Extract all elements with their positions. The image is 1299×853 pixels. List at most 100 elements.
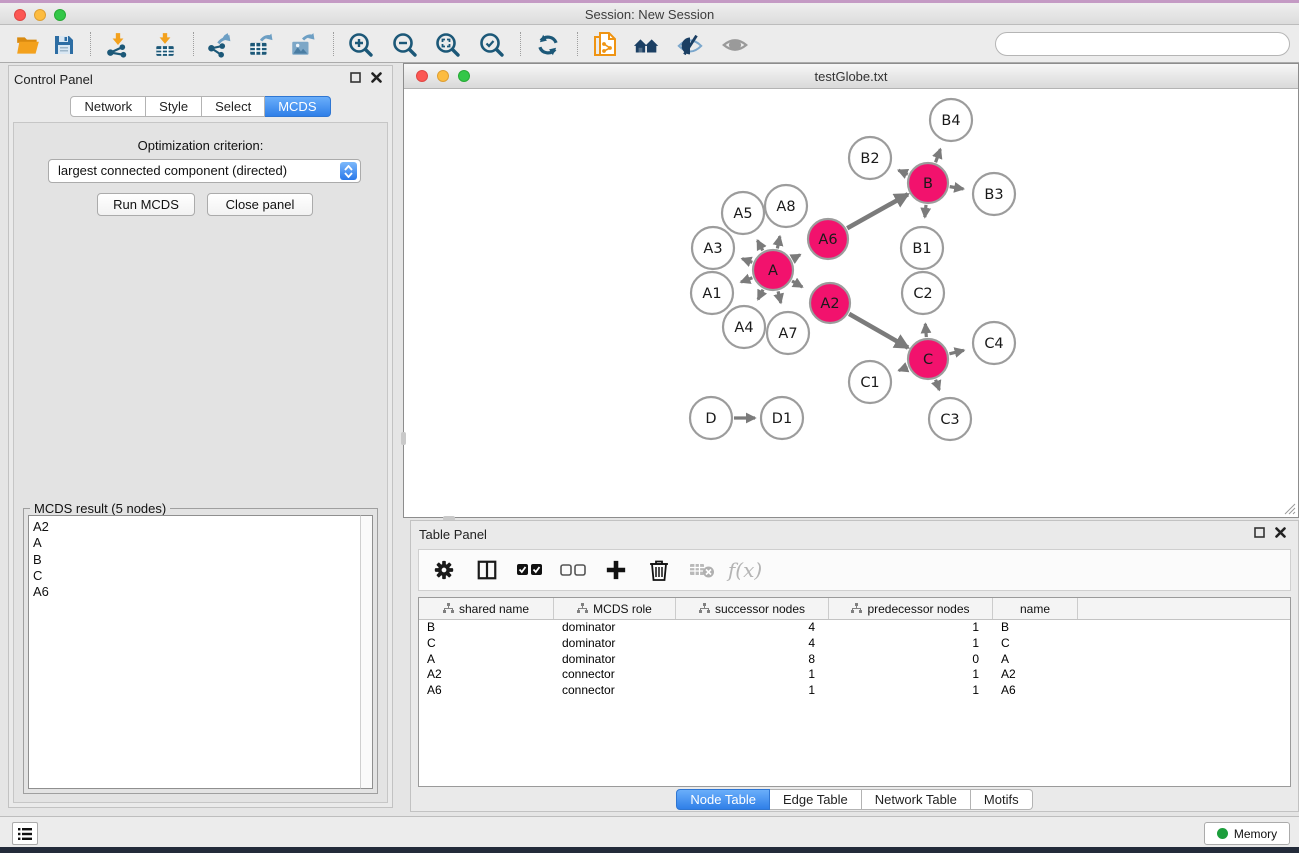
column-header-MCDS-role[interactable]: MCDS role	[554, 598, 676, 619]
tab-node-table[interactable]: Node Table	[676, 789, 770, 810]
table-toolbar: f(x)	[418, 549, 1291, 591]
edge-A-A7[interactable]	[778, 291, 781, 302]
table-panel-tabs: Node TableEdge TableNetwork TableMotifs	[411, 789, 1298, 810]
edge-B-B3[interactable]	[950, 187, 964, 189]
refresh-icon[interactable]	[534, 31, 562, 59]
control-panel-tabs: NetworkStyleSelectMCDS	[9, 96, 392, 117]
tab-network-table[interactable]: Network Table	[862, 789, 971, 810]
edge-A-A6[interactable]	[792, 255, 800, 259]
float-panel-icon[interactable]	[1254, 527, 1265, 538]
edge-A-A5[interactable]	[757, 240, 762, 250]
unchecked-boxes-icon[interactable]	[560, 557, 586, 583]
tab-network[interactable]: Network	[70, 96, 146, 117]
export-table-icon[interactable]	[246, 31, 274, 59]
gear-icon[interactable]	[431, 557, 457, 583]
column-header-successor-nodes[interactable]: successor nodes	[676, 598, 829, 619]
table-row[interactable]: A2connector11A2	[419, 667, 1290, 683]
save-session-icon[interactable]	[50, 31, 78, 59]
mcds-result-item[interactable]: A	[33, 535, 360, 551]
run-mcds-button[interactable]: Run MCDS	[97, 193, 195, 216]
network-graph[interactable]: AA1A2A3A4A5A6A7A8BB1B2B3B4CC1C2C3C4DD1	[404, 89, 1298, 517]
edge-A-A3[interactable]	[742, 259, 752, 263]
edge-A2-C[interactable]	[849, 314, 908, 348]
home-overview-icon[interactable]	[633, 31, 661, 59]
edge-A-A4[interactable]	[758, 290, 763, 300]
edge-A6-B[interactable]	[847, 194, 908, 228]
import-table-icon[interactable]	[151, 31, 179, 59]
new-network-from-file-icon[interactable]	[592, 31, 620, 59]
add-icon[interactable]	[603, 557, 629, 583]
memory-status-dot	[1217, 828, 1228, 839]
tab-edge-table[interactable]: Edge Table	[770, 789, 862, 810]
toolbar-separator	[577, 32, 578, 56]
zoom-in-icon[interactable]	[347, 31, 375, 59]
network-canvas[interactable]: AA1A2A3A4A5A6A7A8BB1B2B3B4CC1C2C3C4DD1	[404, 89, 1298, 517]
select-stepper-icon	[340, 162, 357, 180]
mcds-result-item[interactable]: C	[33, 568, 360, 584]
splitter-handle-vertical[interactable]	[401, 432, 406, 445]
float-panel-icon[interactable]	[350, 72, 361, 83]
table-row[interactable]: Adominator80A	[419, 652, 1290, 668]
close-panel-icon[interactable]	[371, 72, 382, 83]
show-graphics-details-icon[interactable]	[721, 31, 749, 59]
zoom-selected-icon[interactable]	[478, 31, 506, 59]
table-row[interactable]: Cdominator41C	[419, 636, 1290, 652]
edge-B-B4[interactable]	[936, 149, 941, 162]
checked-boxes-icon[interactable]	[517, 557, 543, 583]
split-columns-icon[interactable]	[474, 557, 500, 583]
node-table[interactable]: shared nameMCDS rolesuccessor nodesprede…	[418, 597, 1291, 787]
edge-A-A8[interactable]	[777, 236, 779, 248]
zoom-out-icon[interactable]	[391, 31, 419, 59]
node-label-B3: B3	[984, 187, 1003, 203]
node-label-A1: A1	[702, 286, 721, 302]
hide-graphics-details-icon[interactable]	[676, 31, 704, 59]
edge-B-B2[interactable]	[898, 170, 907, 174]
node-label-B1: B1	[912, 241, 931, 257]
tab-style[interactable]: Style	[146, 96, 202, 117]
export-network-icon[interactable]	[205, 31, 233, 59]
mcds-result-item[interactable]: A2	[33, 519, 360, 535]
node-label-C1: C1	[860, 375, 879, 391]
mcds-result-list[interactable]: A2ABCA6	[28, 515, 360, 789]
tab-motifs[interactable]: Motifs	[971, 789, 1033, 810]
edge-A-A1[interactable]	[741, 278, 752, 282]
trash-icon[interactable]	[646, 557, 672, 583]
mcds-result-item[interactable]: A6	[33, 584, 360, 600]
export-image-icon[interactable]	[288, 31, 316, 59]
column-header-shared-name[interactable]: shared name	[419, 598, 554, 619]
edge-C-C4[interactable]	[949, 350, 963, 354]
table-row[interactable]: Bdominator41B	[419, 620, 1290, 636]
table-body: Bdominator41BCdominator41CAdominator80AA…	[419, 620, 1290, 699]
toolbar-separator	[90, 32, 91, 56]
edge-C-C1[interactable]	[899, 367, 908, 370]
optimization-criterion-label: Optimization criterion:	[14, 138, 387, 153]
tab-mcds[interactable]: MCDS	[265, 96, 330, 117]
search-input[interactable]	[995, 32, 1290, 56]
criterion-select[interactable]: largest connected component (directed)	[48, 159, 361, 183]
table-row[interactable]: A6connector11A6	[419, 683, 1290, 699]
table-cell: 8	[676, 652, 829, 668]
node-label-A3: A3	[703, 241, 722, 257]
memory-button[interactable]: Memory	[1204, 822, 1290, 845]
close-panel-icon[interactable]	[1275, 527, 1286, 538]
edge-B-B1[interactable]	[925, 205, 926, 217]
network-window-title: testGlobe.txt	[404, 69, 1298, 84]
zoom-fit-icon[interactable]	[434, 31, 462, 59]
column-header-name[interactable]: name	[993, 598, 1078, 619]
edge-C-C3[interactable]	[936, 380, 940, 390]
tab-select[interactable]: Select	[202, 96, 265, 117]
close-panel-button[interactable]: Close panel	[207, 193, 313, 216]
mcds-result-scrollbar[interactable]	[360, 515, 373, 789]
mcds-result-title: MCDS result (5 nodes)	[30, 501, 170, 516]
edge-A-A2[interactable]	[792, 281, 802, 287]
mcds-result-item[interactable]: B	[33, 552, 360, 568]
toolbar-separator	[520, 32, 521, 56]
resize-grip-icon[interactable]	[1284, 503, 1296, 515]
open-file-icon[interactable]	[14, 31, 42, 59]
task-history-button[interactable]	[12, 822, 38, 845]
import-network-icon[interactable]	[104, 31, 132, 59]
edge-C-C2[interactable]	[925, 324, 926, 337]
network-window-titlebar[interactable]: testGlobe.txt	[404, 64, 1298, 89]
column-header-predecessor-nodes[interactable]: predecessor nodes	[829, 598, 993, 619]
table-panel-title: Table Panel	[419, 527, 487, 542]
